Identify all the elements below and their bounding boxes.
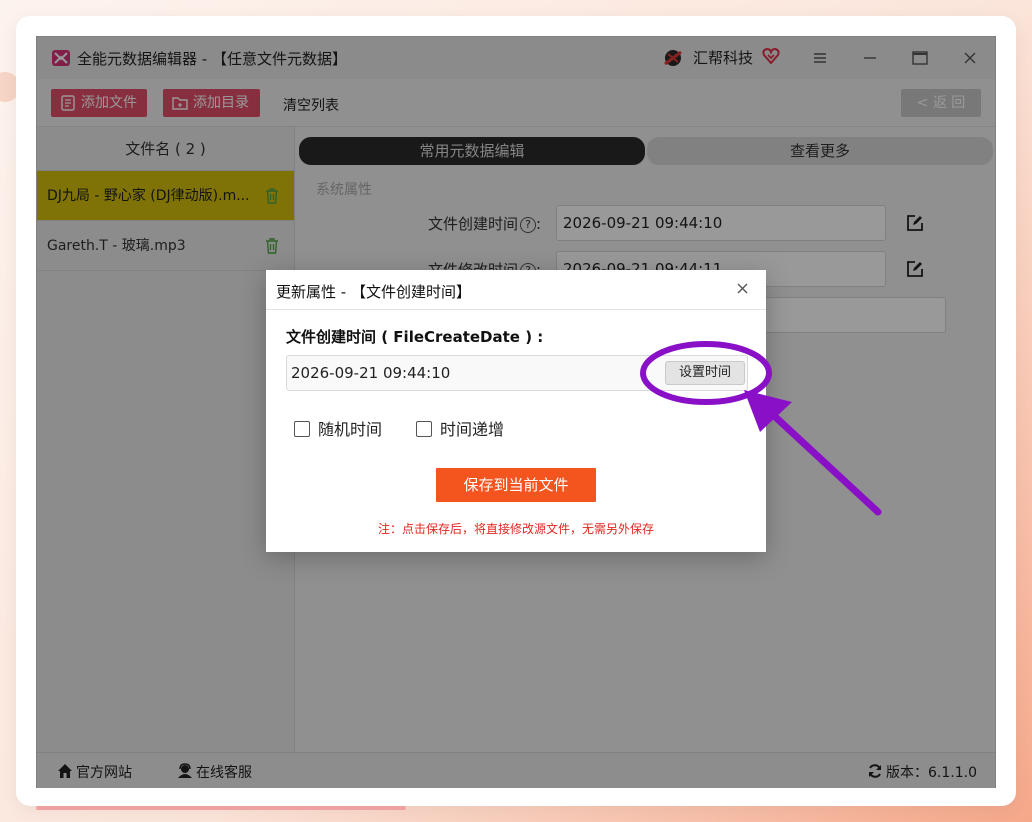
dialog-field-label: 文件创建时间 ( FileCreateDate ) : [286, 328, 544, 346]
dialog-divider [266, 309, 766, 310]
dialog-title: 更新属性 - 【文件创建时间】 [276, 283, 471, 301]
save-to-file-button[interactable]: 保存到当前文件 [436, 468, 596, 502]
random-time-label: 随机时间 [318, 420, 383, 439]
checkbox-box [416, 421, 432, 437]
background-line [36, 806, 406, 810]
random-time-checkbox[interactable]: 随机时间 [294, 416, 382, 440]
set-time-button[interactable]: 设置时间 [665, 361, 745, 385]
dialog-close-button[interactable] [732, 279, 752, 299]
checkbox-box [294, 421, 310, 437]
time-increment-label: 时间递增 [440, 420, 505, 439]
save-note: 注：点击保存后，将直接修改源文件，无需另外保存 [377, 522, 654, 536]
close-icon [737, 283, 747, 294]
update-property-dialog: 更新属性 - 【文件创建时间】 文件创建时间 ( FileCreateDate … [266, 270, 766, 552]
time-increment-checkbox[interactable]: 时间递增 [416, 416, 504, 440]
